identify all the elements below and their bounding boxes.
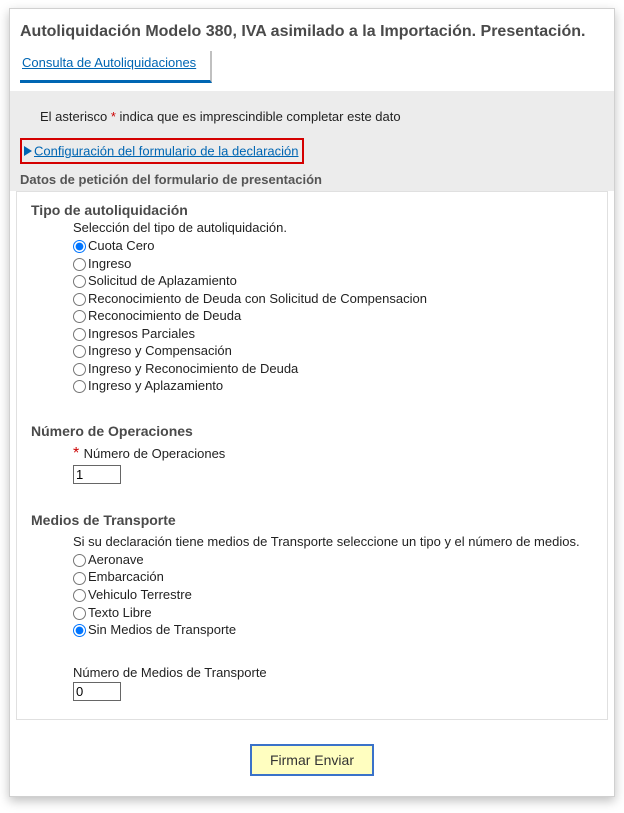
tipo-option: Ingreso y Reconocimiento de Deuda	[73, 360, 599, 378]
tipo-option-label: Ingreso y Reconocimiento de Deuda	[88, 361, 298, 376]
config-form-link-highlight: Configuración del formulario de la decla…	[20, 138, 304, 164]
tipo-option-label: Ingreso y Aplazamiento	[88, 378, 223, 393]
tipo-radio[interactable]	[73, 240, 86, 253]
tipo-radio[interactable]	[73, 363, 86, 376]
tipo-option-label: Reconocimiento de Deuda	[88, 308, 241, 323]
medios-option-label: Aeronave	[88, 552, 144, 567]
triangle-right-icon	[24, 146, 32, 156]
tipo-option-label: Cuota Cero	[88, 238, 154, 253]
tipo-option: Reconocimiento de Deuda con Solicitud de…	[73, 290, 599, 308]
tipo-option: Ingresos Parciales	[73, 325, 599, 343]
medios-num-label: Número de Medios de Transporte	[73, 665, 599, 680]
medios-option: Texto Libre	[73, 604, 599, 622]
config-form-link[interactable]: Configuración del formulario de la decla…	[34, 143, 298, 158]
tipo-radio[interactable]	[73, 310, 86, 323]
submit-button[interactable]: Firmar Enviar	[250, 744, 374, 776]
group-medios-sub: Si su declaración tiene medios de Transp…	[73, 534, 599, 549]
tipo-option: Reconocimiento de Deuda	[73, 307, 599, 325]
page-title: Autoliquidación Modelo 380, IVA asimilad…	[10, 9, 614, 51]
medios-option-label: Texto Libre	[88, 605, 152, 620]
medios-radio[interactable]	[73, 589, 86, 602]
tipo-option-label: Ingresos Parciales	[88, 326, 195, 341]
tipo-radio[interactable]	[73, 380, 86, 393]
numops-label: Número de Operaciones	[84, 446, 226, 461]
tipo-option: Ingreso	[73, 255, 599, 273]
tipo-option-label: Reconocimiento de Deuda con Solicitud de…	[88, 291, 427, 306]
medios-option: Sin Medios de Transporte	[73, 621, 599, 639]
group-tipo-sub: Selección del tipo de autoliquidación.	[73, 220, 599, 235]
tipo-radio[interactable]	[73, 345, 86, 358]
tipo-radio[interactable]	[73, 275, 86, 288]
medios-option-label: Vehiculo Terrestre	[88, 587, 192, 602]
tipo-option: Cuota Cero	[73, 237, 599, 255]
medios-num-input[interactable]	[73, 682, 121, 701]
medios-radio[interactable]	[73, 624, 86, 637]
tipo-option-label: Ingreso y Compensación	[88, 343, 232, 358]
tipo-option-label: Solicitud de Aplazamiento	[88, 273, 237, 288]
medios-option: Aeronave	[73, 551, 599, 569]
group-numops-title: Número de Operaciones	[31, 423, 599, 439]
group-tipo-title: Tipo de autoliquidación	[31, 202, 599, 218]
medios-radio[interactable]	[73, 554, 86, 567]
tipo-option-label: Ingreso	[88, 256, 131, 271]
tipo-radio[interactable]	[73, 293, 86, 306]
tipo-radio[interactable]	[73, 258, 86, 271]
tipo-option: Ingreso y Compensación	[73, 342, 599, 360]
tipo-option: Ingreso y Aplazamiento	[73, 377, 599, 395]
section-header: Datos de petición del formulario de pres…	[10, 164, 614, 191]
medios-option: Embarcación	[73, 568, 599, 586]
medios-option-label: Sin Medios de Transporte	[88, 622, 236, 637]
medios-option-label: Embarcación	[88, 569, 164, 584]
medios-option: Vehiculo Terrestre	[73, 586, 599, 604]
medios-radio[interactable]	[73, 607, 86, 620]
tab-consulta[interactable]: Consulta de Autoliquidaciones	[20, 51, 212, 83]
required-hint: El asterisco * indica que es imprescindi…	[10, 93, 614, 138]
numops-input[interactable]	[73, 465, 121, 484]
group-medios-title: Medios de Transporte	[31, 512, 599, 528]
required-mark-icon: *	[73, 445, 84, 462]
tipo-option: Solicitud de Aplazamiento	[73, 272, 599, 290]
medios-radio[interactable]	[73, 572, 86, 585]
tipo-radio[interactable]	[73, 328, 86, 341]
